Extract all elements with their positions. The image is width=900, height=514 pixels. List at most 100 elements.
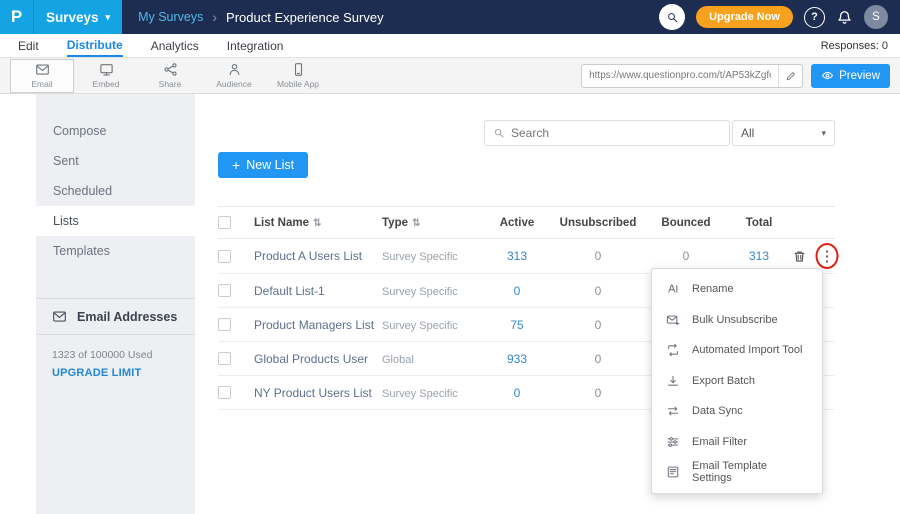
trash-icon[interactable]	[792, 249, 807, 264]
questionpro-logo-icon: P	[0, 0, 34, 34]
row-checkbox[interactable]	[218, 318, 231, 331]
notifications-bell-icon[interactable]	[836, 9, 853, 26]
page-title: Product Experience Survey	[226, 10, 384, 25]
channel-embed[interactable]: Embed	[74, 58, 138, 94]
help-button[interactable]: ?	[804, 7, 825, 28]
list-search-field	[484, 120, 730, 146]
channel-label: Embed	[93, 79, 120, 89]
breadcrumb-my-surveys[interactable]: My Surveys	[138, 10, 203, 24]
list-type-filter-dropdown[interactable]: All ▾	[732, 120, 835, 146]
tab-integration[interactable]: Integration	[227, 34, 284, 57]
email-addresses-section: Email Addresses 1323 of 100000 Used UPGR…	[36, 298, 195, 385]
email-sidebar: Compose Sent Scheduled Lists Templates E…	[36, 94, 195, 514]
global-search-button[interactable]	[659, 4, 685, 30]
sidebar-item-scheduled[interactable]: Scheduled	[36, 176, 195, 206]
active-count[interactable]: 0	[514, 284, 521, 298]
unsubscribed-count: 0	[595, 284, 602, 298]
chevron-down-icon: ▾	[821, 129, 826, 138]
row-menu-kebab-icon[interactable]: ⋮	[820, 249, 835, 264]
channel-label: Email	[31, 79, 52, 89]
export-batch-icon	[666, 374, 680, 388]
tab-distribute[interactable]: Distribute	[67, 34, 123, 57]
email-addresses-title: Email Addresses	[77, 310, 177, 324]
menu-item-bulk-unsubscribe[interactable]: Bulk Unsubscribe	[652, 305, 822, 336]
list-search-input[interactable]	[511, 126, 721, 140]
upgrade-now-button[interactable]: Upgrade Now	[696, 6, 793, 28]
menu-item-data-sync[interactable]: Data Sync	[652, 396, 822, 427]
pencil-icon	[785, 70, 797, 82]
upgrade-limit-link[interactable]: UPGRADE LIMIT	[36, 361, 195, 385]
user-avatar[interactable]: S	[864, 5, 888, 29]
email-filter-icon	[666, 435, 680, 449]
embed-icon	[99, 62, 114, 77]
survey-url-field	[581, 64, 803, 88]
preview-button[interactable]: Preview	[811, 64, 890, 88]
list-type: Survey Specific	[382, 251, 458, 263]
active-count[interactable]: 0	[514, 386, 521, 400]
channel-audience[interactable]: Audience	[202, 58, 266, 94]
active-count[interactable]: 933	[507, 352, 527, 366]
channel-label: Mobile App	[277, 79, 319, 89]
column-type[interactable]: Type⇅	[382, 207, 484, 239]
channel-label: Audience	[216, 79, 251, 89]
channel-email[interactable]: Email	[10, 59, 74, 93]
menu-item-email-filter[interactable]: Email Filter	[652, 427, 822, 458]
share-icon	[163, 62, 178, 77]
product-switcher[interactable]: P Surveys ▾	[0, 0, 122, 34]
select-all-checkbox[interactable]	[218, 216, 231, 229]
email-icon	[35, 62, 50, 77]
row-checkbox[interactable]	[218, 250, 231, 263]
unsubscribed-count: 0	[595, 318, 602, 332]
channel-label: Share	[159, 79, 182, 89]
bulk-unsubscribe-icon	[666, 313, 680, 327]
active-count[interactable]: 75	[510, 318, 523, 332]
sidebar-item-lists[interactable]: Lists	[36, 206, 195, 236]
tab-analytics[interactable]: Analytics	[151, 34, 199, 57]
sort-icon[interactable]: ⇅	[412, 218, 420, 229]
channel-mobile-app[interactable]: Mobile App	[266, 58, 330, 94]
row-checkbox[interactable]	[218, 284, 231, 297]
column-bounced: Bounced	[646, 207, 726, 239]
row-checkbox[interactable]	[218, 386, 231, 399]
unsubscribed-count: 0	[595, 249, 602, 263]
menu-item-rename[interactable]: Rename	[652, 274, 822, 305]
edit-url-button[interactable]	[778, 64, 802, 88]
list-name-link[interactable]: Product Managers List	[254, 318, 374, 332]
new-list-label: New List	[246, 158, 294, 172]
active-count[interactable]: 313	[507, 249, 527, 263]
envelope-icon	[52, 309, 67, 324]
row-checkbox[interactable]	[218, 352, 231, 365]
tab-edit[interactable]: Edit	[18, 34, 39, 57]
filter-value: All	[741, 126, 754, 140]
unsubscribed-count: 0	[595, 352, 602, 366]
eye-icon	[821, 69, 834, 82]
sidebar-item-sent[interactable]: Sent	[36, 146, 195, 176]
total-count: 313	[749, 249, 769, 263]
app-window: P Surveys ▾ My Surveys › Product Experie…	[0, 0, 900, 514]
menu-item-automated-import-tool[interactable]: Automated Import Tool	[652, 335, 822, 366]
table-header-row: List Name⇅ Type⇅ Active Unsubscribed Bou…	[218, 207, 835, 239]
sidebar-item-templates[interactable]: Templates	[36, 236, 195, 266]
distribute-toolbar: Email Embed Share Audience Mobile App	[0, 58, 900, 94]
menu-item-export-batch[interactable]: Export Batch	[652, 366, 822, 397]
bounced-count: 0	[683, 249, 690, 263]
audience-icon	[227, 62, 242, 77]
row-context-menu: Rename Bulk Unsubscribe Automated Import…	[651, 268, 823, 494]
preview-label: Preview	[839, 70, 880, 82]
breadcrumb: My Surveys › Product Experience Survey	[138, 9, 384, 25]
survey-url-input[interactable]	[582, 70, 778, 81]
list-name-link[interactable]: Product A Users List	[254, 249, 362, 263]
list-name-link[interactable]: Global Products User	[254, 352, 368, 366]
sort-icon[interactable]: ⇅	[313, 218, 321, 229]
list-type: Global	[382, 354, 414, 366]
list-name-link[interactable]: NY Product Users List	[254, 386, 372, 400]
responses-count: Responses: 0	[821, 34, 900, 57]
column-list-name[interactable]: List Name⇅	[254, 207, 382, 239]
search-icon	[666, 11, 679, 24]
data-sync-icon	[666, 404, 680, 418]
sidebar-item-compose[interactable]: Compose	[36, 116, 195, 146]
menu-item-email-template-settings[interactable]: Email Template Settings	[652, 457, 822, 488]
new-list-button[interactable]: + New List	[218, 152, 308, 178]
list-name-link[interactable]: Default List-1	[254, 284, 325, 298]
channel-share[interactable]: Share	[138, 58, 202, 94]
